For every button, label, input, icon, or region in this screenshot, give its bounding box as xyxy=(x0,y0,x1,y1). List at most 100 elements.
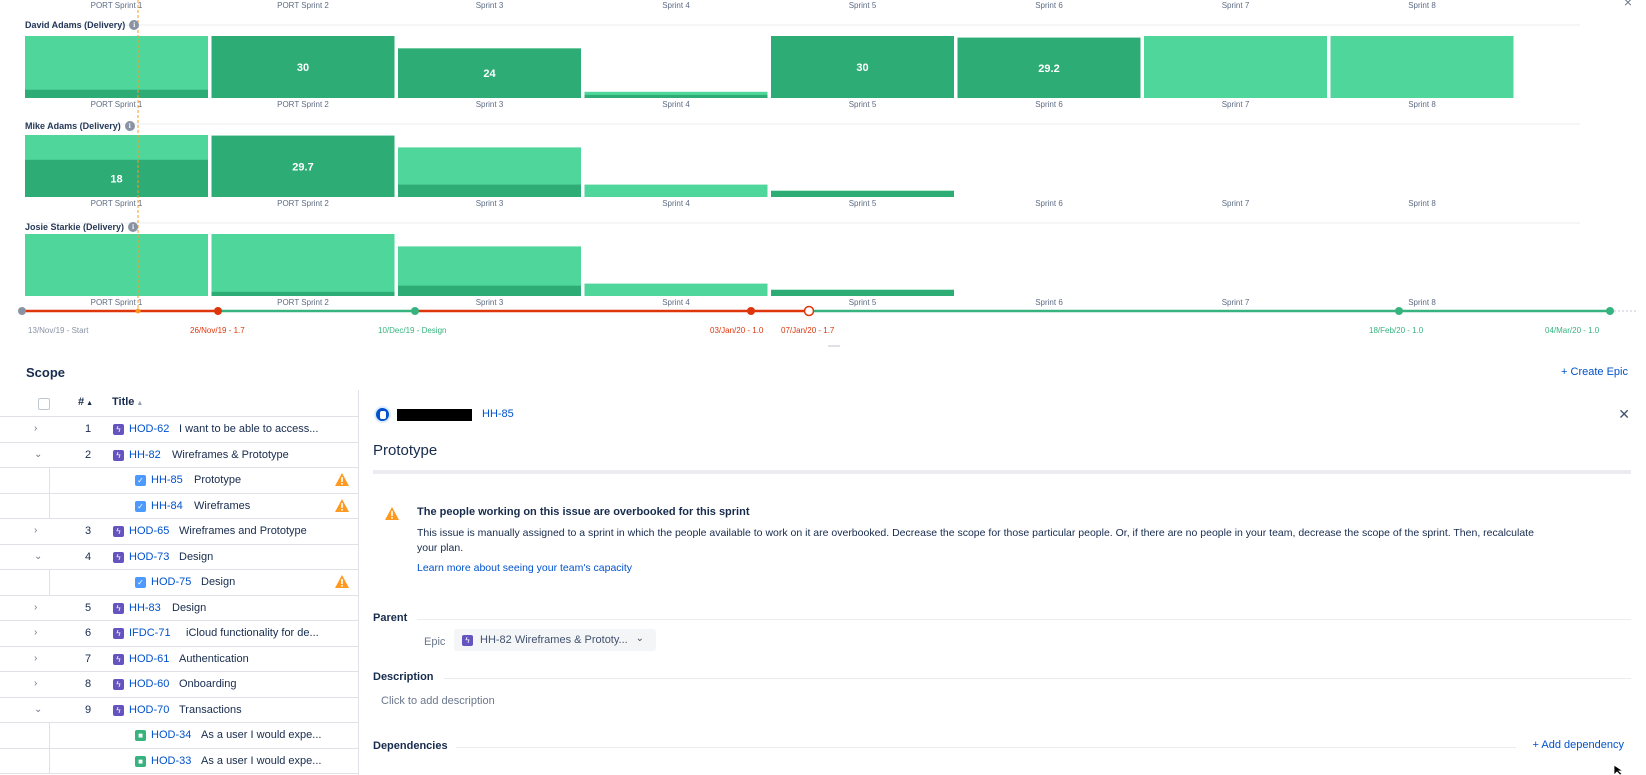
select-all-checkbox[interactable] xyxy=(38,398,50,410)
release-marker[interactable] xyxy=(1395,307,1403,315)
description-input[interactable]: Click to add description xyxy=(381,695,495,707)
release-marker[interactable] xyxy=(18,307,26,315)
warning-icon[interactable] xyxy=(335,498,349,512)
chevron-right-icon[interactable]: › xyxy=(34,602,37,613)
learn-more-link[interactable]: Learn more about seeing your team's capa… xyxy=(417,562,632,574)
table-row[interactable]: › 3 ϟ HOD-65 Wireframes and Prototype xyxy=(0,519,358,545)
epic-select[interactable]: ϟ HH-82 Wireframes & Prototy... ⌄ xyxy=(454,629,656,651)
chevron-down-icon[interactable]: ⌄ xyxy=(34,704,42,715)
release-label[interactable]: 26/Nov/19 - 1.7 xyxy=(190,326,245,335)
info-icon[interactable]: i xyxy=(124,121,135,131)
sprint-tick-label: Sprint 3 xyxy=(476,199,504,208)
table-row[interactable]: ✓ HOD-75 Design xyxy=(0,570,358,596)
assigned-bar[interactable] xyxy=(398,184,581,197)
chevron-right-icon[interactable]: › xyxy=(34,627,37,638)
issue-key-link[interactable]: HH-82 xyxy=(129,449,161,461)
table-row[interactable]: ■ HOD-33 As a user I would expe... xyxy=(0,748,358,774)
sprint-tick-label: Sprint 7 xyxy=(1222,1,1250,10)
sprint-tick-label: Sprint 5 xyxy=(849,298,877,307)
issue-key-link[interactable]: HOD-61 xyxy=(129,653,169,665)
release-marker[interactable] xyxy=(214,307,222,315)
issue-key-link[interactable]: HOD-70 xyxy=(129,704,169,716)
issue-key-link[interactable]: IFDC-71 xyxy=(129,627,171,639)
column-header-title[interactable]: Title ▲ xyxy=(112,396,143,408)
close-icon[interactable]: × xyxy=(1624,0,1632,10)
sprint-tick-label: PORT Sprint 2 xyxy=(277,298,329,307)
epic-icon: ϟ xyxy=(113,424,124,435)
capacity-bar[interactable] xyxy=(25,36,208,98)
sprint-tick-label: PORT Sprint 1 xyxy=(91,298,143,307)
table-row[interactable]: ⌄ 9 ϟ HOD-70 Transactions xyxy=(0,698,358,723)
table-row[interactable]: › 7 ϟ HOD-61 Authentication xyxy=(0,647,358,672)
release-label[interactable]: 10/Dec/19 - Design xyxy=(378,326,446,335)
bar-value-label: 30 xyxy=(297,62,309,74)
issue-key-link[interactable]: HOD-34 xyxy=(151,729,191,741)
issue-key-link[interactable]: HH-85 xyxy=(151,474,183,486)
issue-key-link[interactable]: HOD-65 xyxy=(129,525,169,537)
issue-key-link[interactable]: HOD-75 xyxy=(151,576,191,588)
table-row[interactable]: ■ HOD-34 As a user I would expe... xyxy=(0,723,358,749)
assigned-bar[interactable] xyxy=(398,285,581,296)
issue-key-link[interactable]: HOD-62 xyxy=(129,423,169,435)
release-label[interactable]: 03/Jan/20 - 1.0 xyxy=(710,326,763,335)
table-row[interactable]: ✓ HH-84 Wireframes xyxy=(0,493,358,519)
table-row[interactable]: › 1 ϟ HOD-62 I want to be able to access... xyxy=(0,417,358,443)
release-marker[interactable] xyxy=(803,305,815,317)
row-number: 6 xyxy=(84,627,92,639)
chevron-right-icon[interactable]: › xyxy=(34,423,37,434)
assigned-bar[interactable] xyxy=(771,289,954,296)
table-row[interactable]: ⌄ 4 ϟ HOD-73 Design xyxy=(0,545,358,570)
chevron-down-icon[interactable]: ⌄ xyxy=(34,449,42,460)
assigned-bar[interactable] xyxy=(584,94,768,98)
assigned-bar[interactable] xyxy=(211,291,395,296)
table-row[interactable]: › 6 ϟ IFDC-71 iCloud functionality for de... xyxy=(0,621,358,647)
issue-key-link[interactable]: HOD-33 xyxy=(151,755,191,767)
sprint-tick-label: Sprint 4 xyxy=(662,199,690,208)
table-row[interactable]: › 5 ϟ HH-83 Design xyxy=(0,596,358,621)
warning-icon[interactable] xyxy=(335,473,349,486)
capacity-bar[interactable] xyxy=(584,184,768,197)
issue-key-link[interactable]: HOD-73 xyxy=(129,551,169,563)
table-row[interactable]: › 8 ϟ HOD-60 Onboarding xyxy=(0,672,358,698)
sprint-tick-label: PORT Sprint 1 xyxy=(91,1,143,10)
issue-title[interactable]: Prototype xyxy=(373,442,437,459)
issue-key-link[interactable]: HH-83 xyxy=(129,602,161,614)
chevron-right-icon[interactable]: › xyxy=(34,525,37,536)
row-number: 4 xyxy=(84,550,92,563)
info-icon[interactable]: i xyxy=(128,222,139,232)
release-marker[interactable] xyxy=(411,307,419,315)
chevron-right-icon[interactable]: › xyxy=(34,653,37,664)
table-row[interactable]: ✓ HH-85 Prototype xyxy=(0,468,358,494)
mouse-cursor-icon xyxy=(1613,765,1625,775)
release-label[interactable]: 13/Nov/19 - Start xyxy=(28,326,88,335)
story-bookmark-icon: ■ xyxy=(135,755,146,767)
column-header-number[interactable]: # ▲ xyxy=(78,396,93,408)
assigned-bar[interactable] xyxy=(771,190,954,197)
release-label[interactable]: 04/Mar/20 - 1.0 xyxy=(1545,326,1599,335)
capacity-bar[interactable] xyxy=(584,283,768,296)
issue-key-link[interactable]: HOD-60 xyxy=(129,678,169,690)
capacity-bar[interactable] xyxy=(211,234,395,296)
issue-key-link[interactable]: HH-85 xyxy=(482,408,514,420)
capacity-bar[interactable] xyxy=(25,234,208,296)
chevron-down-icon[interactable]: ⌄ xyxy=(34,551,42,562)
release-marker[interactable] xyxy=(747,307,755,315)
release-marker[interactable] xyxy=(1606,307,1614,315)
table-row[interactable]: ⌄ 2 ϟ HH-82 Wireframes & Prototype xyxy=(0,443,358,468)
issue-key-link[interactable]: HH-84 xyxy=(151,500,183,512)
tree-line xyxy=(49,723,50,748)
add-dependency-button[interactable]: + Add dependency xyxy=(1533,739,1624,751)
create-epic-button[interactable]: + Create Epic xyxy=(1561,366,1628,378)
capacity-bar[interactable] xyxy=(1144,36,1327,98)
assigned-bar[interactable] xyxy=(25,89,208,98)
release-label[interactable]: 18/Feb/20 - 1.0 xyxy=(1369,326,1423,335)
release-label[interactable]: 07/Jan/20 - 1.7 xyxy=(781,326,834,335)
close-panel-button[interactable]: ✕ xyxy=(1618,406,1630,423)
issue-title: Design xyxy=(201,576,236,588)
epic-select-value: HH-82 Wireframes & Prototy... xyxy=(480,634,628,646)
chevron-right-icon[interactable]: › xyxy=(34,678,37,689)
sprint-tick-label: Sprint 3 xyxy=(476,1,504,10)
info-icon[interactable]: i xyxy=(129,20,140,30)
capacity-bar[interactable] xyxy=(1330,36,1514,98)
warning-icon[interactable] xyxy=(335,575,349,588)
